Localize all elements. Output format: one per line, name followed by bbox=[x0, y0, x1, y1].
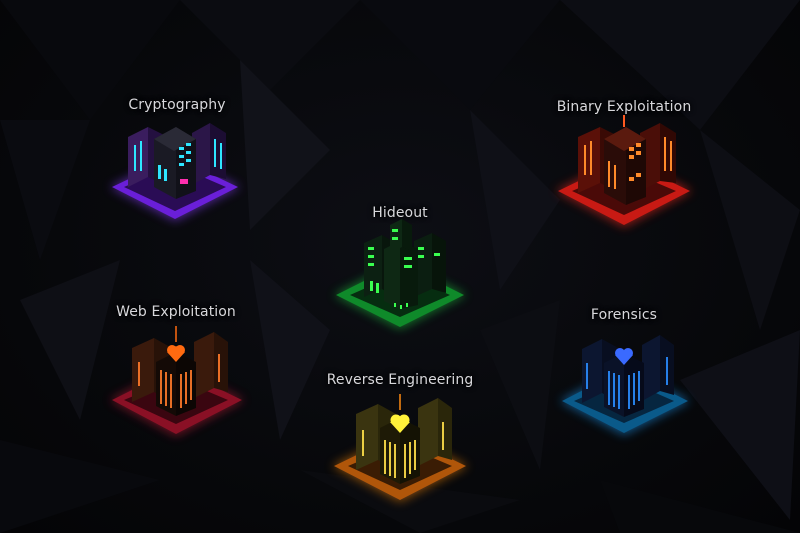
district-forensics[interactable]: Forensics bbox=[560, 305, 690, 437]
web-exploitation-building-icon bbox=[110, 326, 244, 436]
district-hideout[interactable]: Hideout bbox=[334, 203, 466, 331]
reverse-engineering-building-icon bbox=[332, 394, 468, 502]
district-cryptography[interactable]: Cryptography bbox=[110, 95, 240, 225]
cryptography-building-icon bbox=[110, 123, 240, 221]
district-web-exploitation[interactable]: Web Exploitation bbox=[110, 302, 244, 438]
forensics-building-icon bbox=[560, 335, 690, 435]
binary-exploitation-building-icon bbox=[556, 115, 692, 227]
hideout-building-icon bbox=[334, 219, 466, 329]
district-binary-exploitation[interactable]: Binary Exploitation bbox=[556, 97, 692, 229]
district-reverse-engineering[interactable]: Reverse Engineering bbox=[327, 370, 473, 504]
game-map: Cryptography Binary Exploitation Hideout… bbox=[0, 0, 800, 533]
